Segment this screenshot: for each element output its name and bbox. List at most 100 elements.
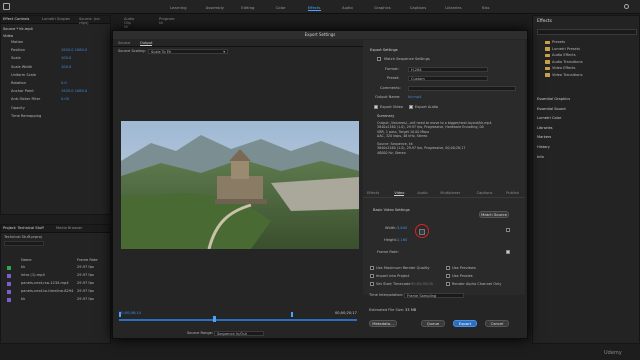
settings-tab-multiplexer[interactable]: Multiplexer (440, 191, 460, 195)
effects-section[interactable]: Libraries (537, 126, 553, 131)
source-range-select[interactable]: Sequence In/Out (214, 330, 264, 336)
basic-video-header[interactable]: Basic Video Settings (373, 208, 410, 213)
export-audio-checkbox[interactable] (409, 105, 413, 109)
effects-section[interactable]: Essential Sound (537, 107, 566, 112)
queue-button[interactable]: Queue (421, 320, 445, 327)
workspace-tab-learning[interactable]: Learning (170, 5, 186, 10)
tab-project[interactable]: Project: Technical Stuff (3, 226, 44, 230)
project-item-name[interactable]: intro (1).mp4 (21, 273, 45, 278)
effect-row-label[interactable]: Time Remapping (11, 114, 41, 119)
effects-folder[interactable]: Lumetri Presets (552, 47, 580, 52)
render-alpha-checkbox[interactable] (446, 282, 450, 286)
max-render-checkbox[interactable] (370, 266, 374, 270)
out-point-icon[interactable] (291, 312, 293, 317)
effects-section[interactable]: Info (537, 155, 544, 160)
tab-source-4[interactable]: Program: kk (159, 17, 175, 25)
height-value[interactable]: 2,160 (397, 238, 407, 243)
home-icon[interactable] (3, 3, 10, 10)
tab-media-browser[interactable]: Media Browser (56, 226, 83, 230)
match-source-button[interactable]: Match Source (479, 211, 509, 218)
effect-row-label[interactable]: Motion (11, 40, 23, 45)
playhead-icon[interactable] (213, 316, 216, 322)
comments-field[interactable] (408, 85, 516, 91)
preset-select[interactable]: Custom (408, 75, 488, 81)
export-button[interactable]: Export (453, 320, 477, 327)
metadata-button[interactable]: Metadata... (369, 320, 397, 327)
time-interp-select[interactable]: Frame Sampling (404, 292, 464, 298)
project-item-name[interactable]: kk (21, 265, 25, 270)
effects-folder[interactable]: Video Transitions (552, 73, 582, 78)
workspace-tab-assembly[interactable]: Assembly (206, 5, 224, 10)
effect-row-label[interactable]: Position (11, 48, 25, 53)
effects-search-input[interactable] (537, 29, 637, 35)
scrub-bar[interactable] (119, 319, 357, 321)
effect-row-value[interactable]: 100.0 (61, 56, 71, 61)
workspace-tab-audio[interactable]: Audio (342, 5, 353, 10)
effects-section[interactable]: Markers (537, 135, 551, 140)
effects-folder[interactable]: Presets (552, 40, 565, 45)
effect-row-value[interactable]: 0.00 (61, 97, 69, 102)
source-clip-label[interactable]: Source * kk.mp4 (3, 27, 33, 32)
use-proxies-checkbox[interactable] (446, 274, 450, 278)
tab-source-3[interactable]: Audio Clip Mi (124, 17, 134, 29)
effect-row-label[interactable]: Rotation (11, 81, 26, 86)
effects-panel-title[interactable]: Effects (537, 19, 552, 25)
effects-folder[interactable]: Audio Effects (552, 53, 576, 58)
effect-row-value[interactable]: 1920.0 1080.0 (61, 89, 87, 94)
match-sequence-checkbox[interactable] (377, 57, 381, 61)
effect-row-value[interactable]: 1920.0 1080.0 (61, 48, 87, 53)
effect-row-label[interactable]: Opacity (11, 106, 25, 111)
export-settings-header[interactable]: Export Settings (370, 48, 398, 53)
workspace-tab-captions[interactable]: Captions (410, 5, 427, 10)
cancel-button[interactable]: Cancel (485, 320, 509, 327)
timecode-out[interactable]: 00;00;20;17 (335, 311, 357, 316)
workspace-tab-editing[interactable]: Editing (241, 5, 254, 10)
dimension-override-checkbox[interactable] (506, 228, 510, 232)
summary-header[interactable]: Summary (377, 114, 394, 119)
column-frame-rate[interactable]: Frame Rate (77, 258, 98, 263)
effect-row-label[interactable]: Scale Width (11, 65, 32, 70)
effect-row-label[interactable]: Uniform Scale (11, 73, 36, 78)
set-start-checkbox[interactable] (370, 282, 374, 286)
tab-source-0[interactable]: Effect Controls (3, 17, 29, 21)
effects-section[interactable]: History (537, 145, 550, 150)
effects-folder[interactable]: Video Effects (552, 66, 575, 71)
workspace-tab-color[interactable]: Color (276, 5, 286, 10)
effect-row-label[interactable]: Scale (11, 56, 21, 61)
workspace-tab-graphics[interactable]: Graphics (374, 5, 391, 10)
settings-tab-audio[interactable]: Audio (417, 191, 427, 195)
tab-source-2[interactable]: Source: (no clips) (79, 17, 110, 25)
settings-tab-publish[interactable]: Publish (506, 191, 519, 195)
effect-row-value[interactable]: 0.0 (61, 81, 67, 86)
settings-tab-captions[interactable]: Captions (477, 191, 493, 195)
effects-folder[interactable]: Audio Transitions (552, 60, 583, 65)
timecode-in[interactable]: 00;00;08;14 (119, 311, 141, 316)
source-scaling-select[interactable]: Scale To Fit ▾ (148, 48, 228, 54)
set-start-value[interactable]: 00;00;00;00 (411, 282, 433, 287)
frame-rate-checkbox[interactable] (506, 250, 510, 254)
tab-source[interactable]: Source (118, 41, 130, 45)
in-point-icon[interactable] (119, 312, 121, 317)
settings-tab-video[interactable]: Video (394, 191, 405, 196)
import-project-checkbox[interactable] (370, 274, 374, 278)
effects-section[interactable]: Essential Graphics (537, 97, 570, 102)
effect-row-value[interactable]: 100.0 (61, 65, 71, 70)
use-previews-checkbox[interactable] (446, 266, 450, 270)
export-video-checkbox[interactable] (374, 105, 378, 109)
project-search-input[interactable] (4, 241, 44, 246)
tab-output[interactable]: Output (140, 41, 153, 46)
output-name-link[interactable]: kk.mp4 (408, 95, 421, 100)
format-select[interactable]: H.264 (408, 66, 488, 72)
column-name[interactable]: Name (21, 258, 32, 263)
project-item-name[interactable]: kk (21, 297, 25, 302)
project-item-name[interactable]: panels-next-rsa-1234.mp4 (21, 281, 69, 286)
width-value[interactable]: 3,840 (397, 226, 407, 231)
workspace-tab-kiss[interactable]: Kiss (482, 5, 490, 10)
effect-row-label[interactable]: Anchor Point (11, 89, 34, 94)
workspace-tab-libraries[interactable]: Libraries (445, 5, 461, 10)
effects-section[interactable]: Lumetri Color (537, 116, 561, 121)
effect-row-label[interactable]: Anti-flicker Filter (11, 97, 40, 102)
workspace-tab-effects[interactable]: Effects (307, 5, 321, 11)
project-item-name[interactable]: panels-next-to-timeline-8294 (21, 289, 73, 294)
tab-source-1[interactable]: Lumetri Scopes (42, 17, 70, 21)
